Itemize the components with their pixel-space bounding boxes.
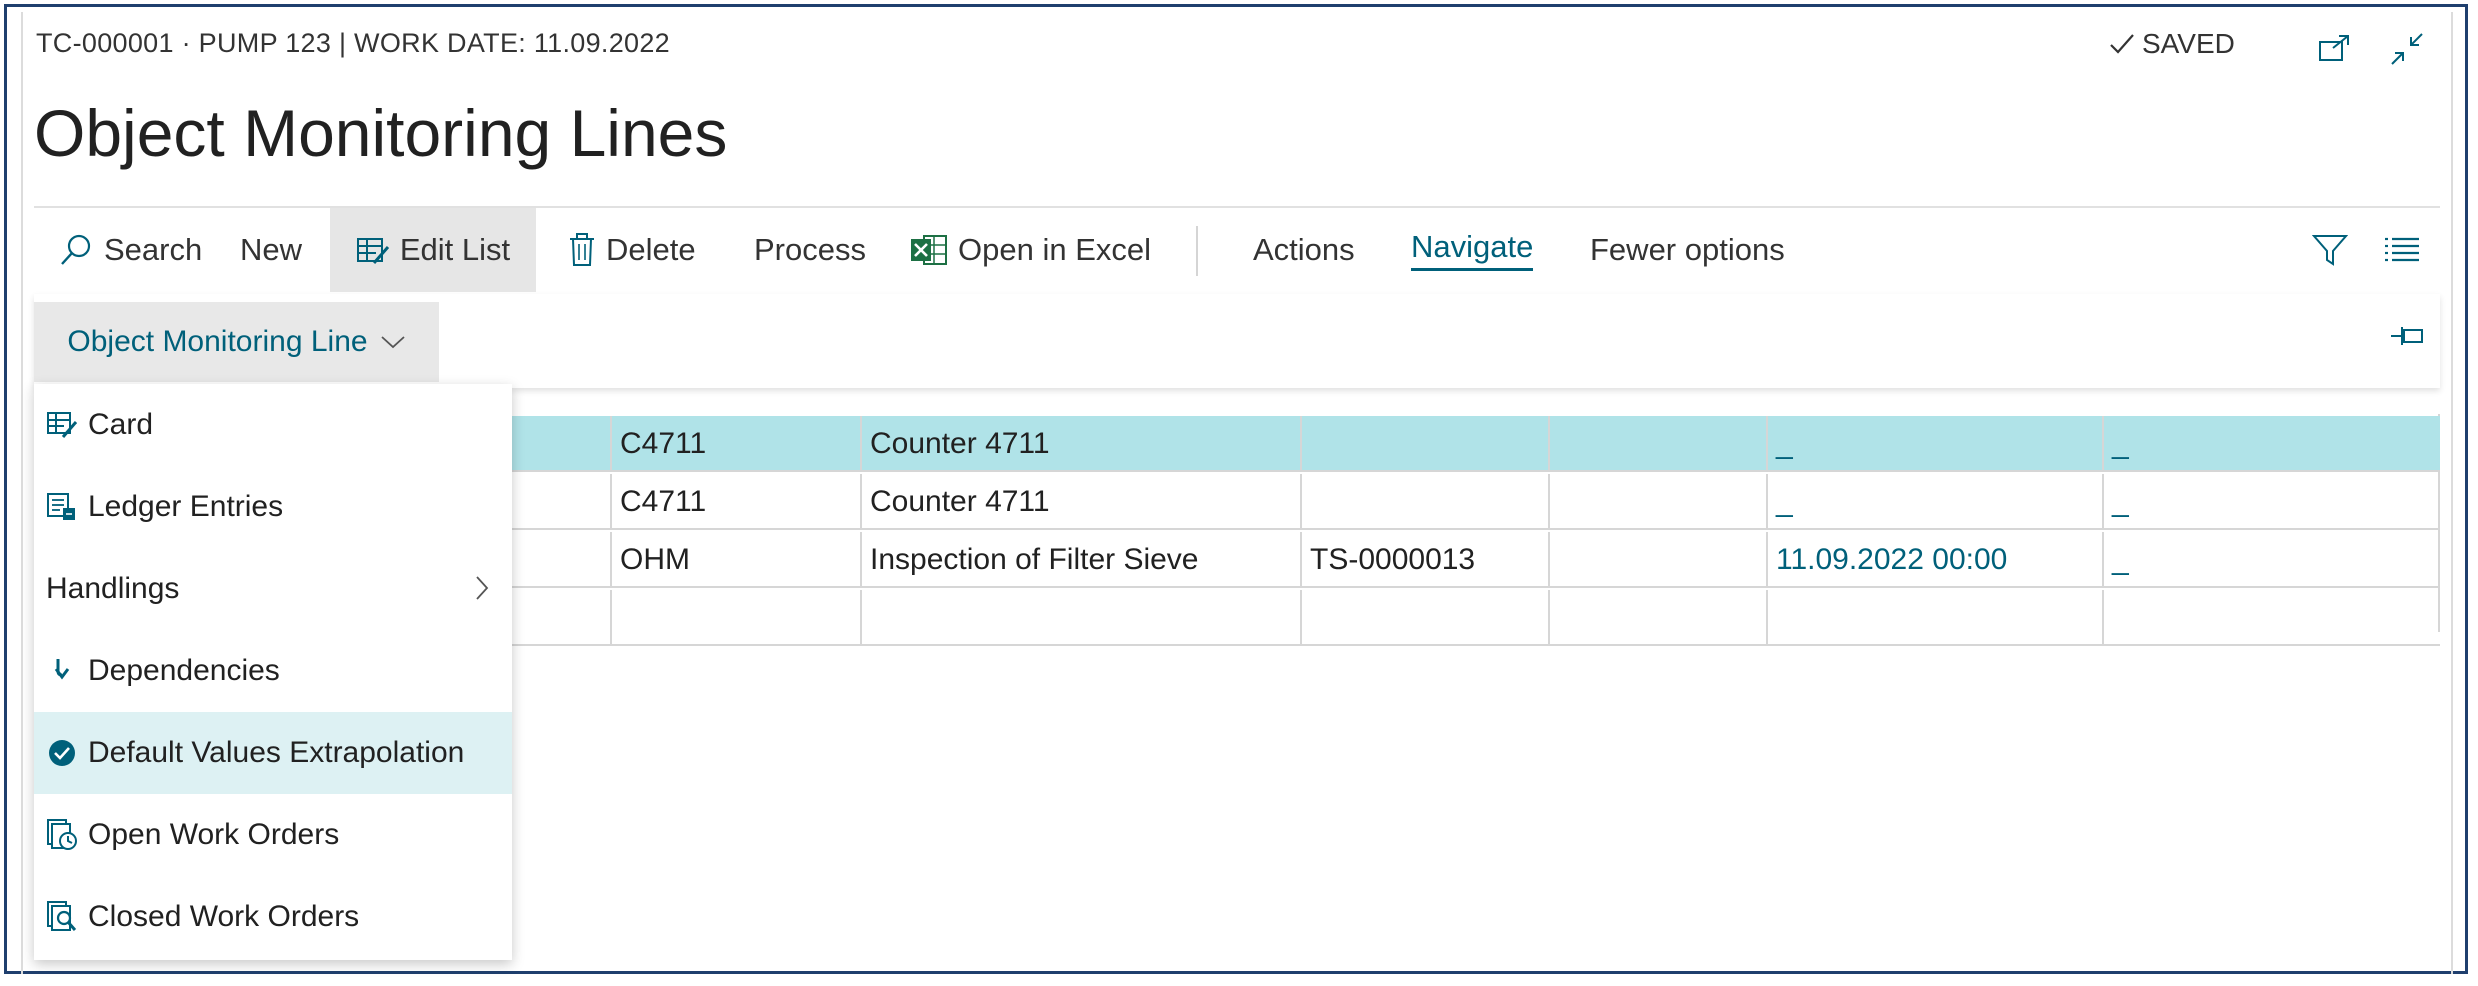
- open-orders-icon: [46, 819, 78, 851]
- menu-item-label: Handlings: [46, 572, 180, 605]
- last-action-cell[interactable]: [1766, 590, 2102, 646]
- time-cell[interactable]: _: [2102, 474, 2440, 530]
- status-cell[interactable]: [1548, 416, 1766, 472]
- menu-item-closed-work-orders[interactable]: Closed Work Orders: [34, 876, 512, 958]
- menu-item-ledger-entries[interactable]: Ledger Entries: [34, 466, 512, 548]
- search-label: Search: [104, 232, 203, 267]
- saved-label: SAVED: [2142, 28, 2235, 59]
- open-in-excel-button[interactable]: Open in Excel: [910, 208, 1151, 292]
- fewer-options-button[interactable]: Fewer options: [1590, 208, 1785, 292]
- chevron-down-icon: [380, 336, 405, 349]
- status-cell[interactable]: [1548, 590, 1766, 646]
- filter-icon: [2312, 235, 2348, 266]
- list-icon: [2385, 237, 2419, 262]
- menu-item-label: Closed Work Orders: [88, 900, 360, 933]
- menu-item-open-work-orders[interactable]: Open Work Orders: [34, 794, 512, 876]
- check-circle-icon: [46, 738, 78, 768]
- ledger-icon: [46, 492, 78, 522]
- last-action-cell[interactable]: _: [1766, 416, 2102, 472]
- new-label: New: [240, 232, 303, 267]
- menu-item-dependencies[interactable]: Dependencies: [34, 630, 512, 712]
- delete-label: Delete: [606, 232, 696, 267]
- no-cell[interactable]: TS-0000013: [1300, 532, 1548, 588]
- no-cell[interactable]: [1300, 474, 1548, 530]
- navigate-menu[interactable]: Navigate: [1411, 208, 1534, 292]
- list-view-button[interactable]: [2384, 208, 2420, 292]
- delete-button[interactable]: Delete: [568, 208, 696, 292]
- template-code-cell[interactable]: OHM: [610, 532, 860, 588]
- page-title: Object Monitoring Lines: [34, 96, 728, 170]
- excel-icon: [910, 233, 948, 267]
- menu-item-handlings[interactable]: Handlings: [34, 548, 512, 630]
- menu-item-label: Dependencies: [88, 654, 280, 687]
- template-code-cell[interactable]: C4711: [610, 474, 860, 530]
- search-icon: [58, 232, 94, 268]
- open-in-excel-label: Open in Excel: [958, 232, 1151, 267]
- actions-menu[interactable]: Actions: [1253, 208, 1355, 292]
- no-cell[interactable]: [1300, 416, 1548, 472]
- actions-label: Actions: [1253, 232, 1355, 267]
- description-cell[interactable]: Inspection of Filter Sieve: [860, 532, 1300, 588]
- collapse-icon[interactable]: [2388, 30, 2426, 68]
- edit-list-label: Edit List: [399, 232, 511, 267]
- description-cell[interactable]: Counter 4711: [860, 474, 1300, 530]
- menu-item-label: Default Values Extrapolation: [88, 736, 465, 769]
- time-cell[interactable]: _: [2102, 532, 2440, 588]
- toolbar-divider: [1196, 226, 1198, 276]
- navigate-subbar: Object Monitoring Line: [34, 294, 2440, 388]
- menu-item-label: Card: [88, 408, 154, 441]
- card-icon: [46, 411, 78, 439]
- status-cell[interactable]: [1548, 474, 1766, 530]
- edit-list-icon: [356, 235, 390, 265]
- closed-orders-icon: [46, 901, 78, 933]
- object-monitoring-line-menu[interactable]: Object Monitoring Line: [34, 302, 439, 382]
- edit-list-button[interactable]: Edit List: [330, 208, 536, 292]
- time-cell[interactable]: [2102, 590, 2440, 646]
- checkmark-icon: [2110, 34, 2134, 54]
- menu-tab-label: Object Monitoring Line: [67, 325, 368, 358]
- open-new-window-icon[interactable]: [2318, 34, 2352, 64]
- process-label: Process: [754, 232, 866, 267]
- menu-item-default-values-extrapolation[interactable]: Default Values Extrapolation: [34, 712, 512, 794]
- search-button[interactable]: Search: [58, 208, 202, 292]
- navigate-dropdown-menu: Card Ledger Entries Handlings Dependenci…: [34, 384, 512, 960]
- action-bar: Search New Edit List Delete Process Open…: [34, 208, 2440, 292]
- pin-icon[interactable]: [2390, 324, 2424, 348]
- breadcrumb: TC-000001 · PUMP 123 | WORK DATE: 11.09.…: [36, 28, 670, 58]
- last-action-cell[interactable]: 11.09.2022 00:00: [1766, 532, 2102, 588]
- new-button[interactable]: New: [240, 208, 302, 292]
- description-cell[interactable]: Counter 4711: [860, 416, 1300, 472]
- menu-item-label: Open Work Orders: [88, 818, 340, 851]
- trash-icon: [568, 233, 596, 267]
- status-cell[interactable]: [1548, 532, 1766, 588]
- no-cell[interactable]: [1300, 590, 1548, 646]
- process-button[interactable]: Process: [754, 208, 866, 292]
- fewer-options-label: Fewer options: [1590, 232, 1785, 267]
- time-cell[interactable]: _: [2102, 416, 2440, 472]
- template-code-cell[interactable]: [610, 590, 860, 646]
- filter-button[interactable]: [2312, 208, 2348, 292]
- last-action-cell[interactable]: _: [1766, 474, 2102, 530]
- menu-item-card[interactable]: Card: [34, 384, 512, 466]
- chevron-right-icon: [476, 576, 489, 600]
- description-cell[interactable]: [860, 590, 1300, 646]
- template-code-cell[interactable]: C4711: [610, 416, 860, 472]
- saved-status: SAVED: [2108, 28, 2235, 60]
- dependency-arrow-icon: [46, 657, 78, 685]
- menu-item-label: Ledger Entries: [88, 490, 284, 523]
- navigate-label: Navigate: [1411, 229, 1534, 271]
